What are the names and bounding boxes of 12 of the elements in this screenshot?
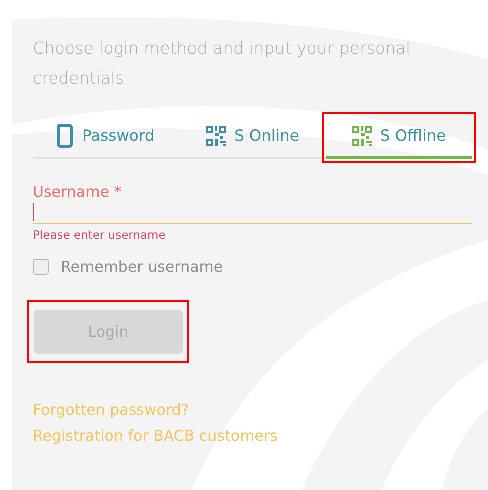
login-method-tab[interactable]: S Online [179, 116, 326, 159]
remember-label: Remember username [61, 258, 224, 276]
intro-text: Choose login method and input your personal credentials [33, 38, 412, 90]
qr-code-icon [352, 126, 372, 146]
username-label: Username * [33, 183, 123, 201]
error-text: Please enter username [33, 228, 167, 242]
remember-checkbox[interactable] [33, 259, 49, 275]
login-method-tab[interactable]: Password [33, 116, 180, 159]
qr-code-icon [206, 126, 226, 146]
username-field[interactable] [33, 201, 472, 224]
login-method-tab[interactable]: S Offline [326, 116, 472, 159]
phone-icon [57, 124, 74, 148]
